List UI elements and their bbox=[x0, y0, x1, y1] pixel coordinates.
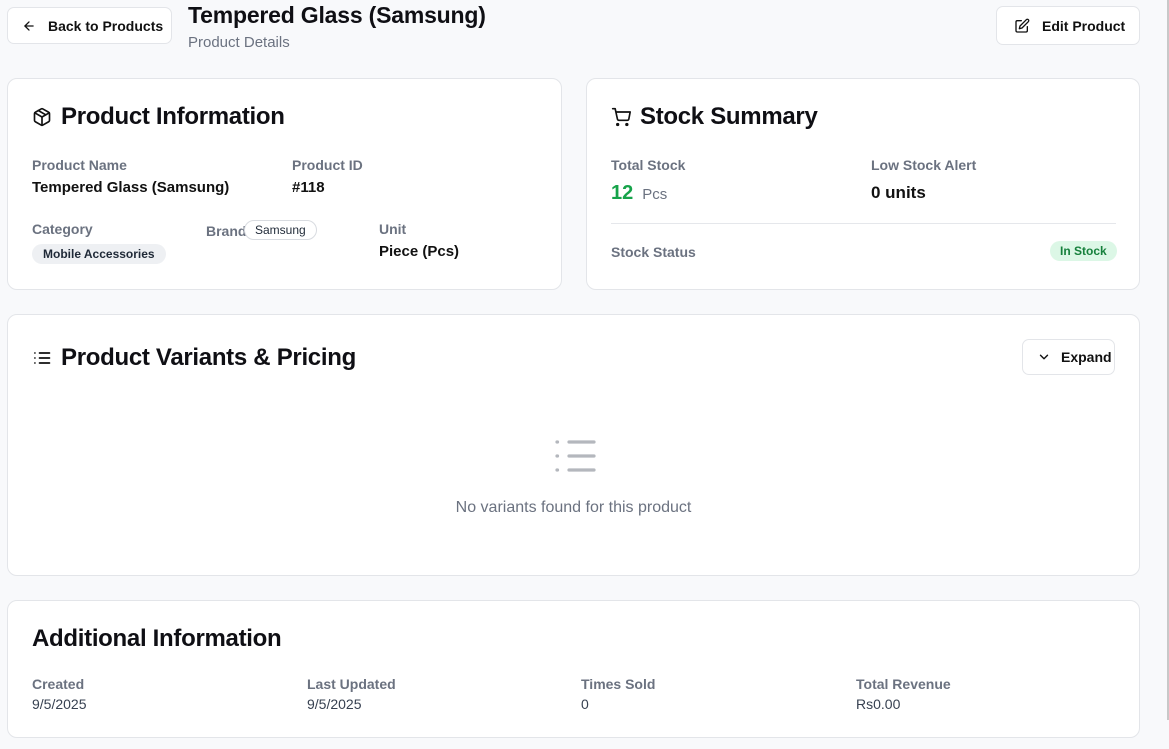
last-updated-label: Last Updated bbox=[307, 676, 396, 692]
created-label: Created bbox=[32, 676, 85, 692]
product-name-value: Tempered Glass (Samsung) bbox=[32, 179, 230, 196]
additional-information-heading: Additional Information bbox=[32, 625, 282, 652]
product-information-title: Product Information bbox=[61, 103, 285, 130]
edit-icon bbox=[1015, 18, 1030, 33]
page-title: Tempered Glass (Samsung) bbox=[188, 2, 486, 28]
last-updated-value: 9/5/2025 bbox=[307, 696, 362, 712]
stock-status-label: Stock Status bbox=[611, 244, 696, 260]
brand-badge: Samsung bbox=[244, 220, 317, 240]
total-stock-value: 12 bbox=[611, 182, 634, 204]
total-stock-label: Total Stock bbox=[611, 157, 686, 173]
back-to-products-button[interactable]: Back to Products bbox=[7, 7, 172, 44]
created-value: 9/5/2025 bbox=[32, 696, 87, 712]
product-information-card: Product Information Product Name Tempere… bbox=[7, 78, 562, 290]
low-stock-alert-value: 0 units bbox=[871, 183, 926, 202]
product-variants-heading: Product Variants & Pricing bbox=[32, 344, 356, 372]
brand-label: Brand bbox=[206, 223, 247, 239]
stock-summary-heading: Stock Summary bbox=[611, 103, 818, 131]
category-badge: Mobile Accessories bbox=[32, 244, 166, 264]
empty-state-message: No variants found for this product bbox=[455, 499, 692, 516]
category-label: Category bbox=[32, 221, 93, 237]
edit-button-label: Edit Product bbox=[1042, 17, 1126, 34]
times-sold-label: Times Sold bbox=[581, 676, 656, 692]
expand-button[interactable]: Expand bbox=[1022, 339, 1115, 375]
list-icon bbox=[555, 440, 596, 472]
arrow-left-icon bbox=[24, 20, 34, 31]
unit-value: Piece (Pcs) bbox=[379, 243, 460, 260]
chevron-down-icon bbox=[1039, 354, 1049, 360]
total-revenue-value: Rs0.00 bbox=[856, 696, 901, 712]
product-name-label: Product Name bbox=[32, 157, 127, 173]
total-revenue-label: Total Revenue bbox=[856, 676, 951, 692]
product-information-heading: Product Information bbox=[32, 103, 285, 131]
stock-summary-card: Stock Summary Total Stock 12 Pcs Low Sto… bbox=[586, 78, 1140, 290]
low-stock-alert-label: Low Stock Alert bbox=[871, 157, 977, 173]
additional-information-card: Additional Information Created 9/5/2025 … bbox=[7, 600, 1140, 738]
back-button-label: Back to Products bbox=[48, 17, 164, 34]
product-variants-title: Product Variants & Pricing bbox=[61, 344, 356, 371]
stock-status-badge: In Stock bbox=[1050, 241, 1117, 261]
edit-product-button[interactable]: Edit Product bbox=[996, 6, 1140, 45]
divider bbox=[611, 223, 1116, 224]
product-variants-card: Product Variants & Pricing Expand No var… bbox=[7, 314, 1140, 576]
total-stock: 12 Pcs bbox=[611, 182, 667, 205]
times-sold-value: 0 bbox=[581, 696, 589, 712]
product-id-value: #118 bbox=[292, 179, 325, 196]
page-subtitle: Product Details bbox=[188, 34, 290, 51]
stock-summary-title: Stock Summary bbox=[640, 103, 818, 130]
package-icon bbox=[33, 107, 51, 127]
unit-label: Unit bbox=[379, 221, 407, 237]
total-stock-unit: Pcs bbox=[642, 186, 668, 203]
expand-button-label: Expand bbox=[1061, 349, 1112, 365]
list-icon bbox=[34, 352, 51, 364]
shopping-cart-icon bbox=[611, 107, 631, 127]
product-id-label: Product ID bbox=[292, 157, 363, 173]
